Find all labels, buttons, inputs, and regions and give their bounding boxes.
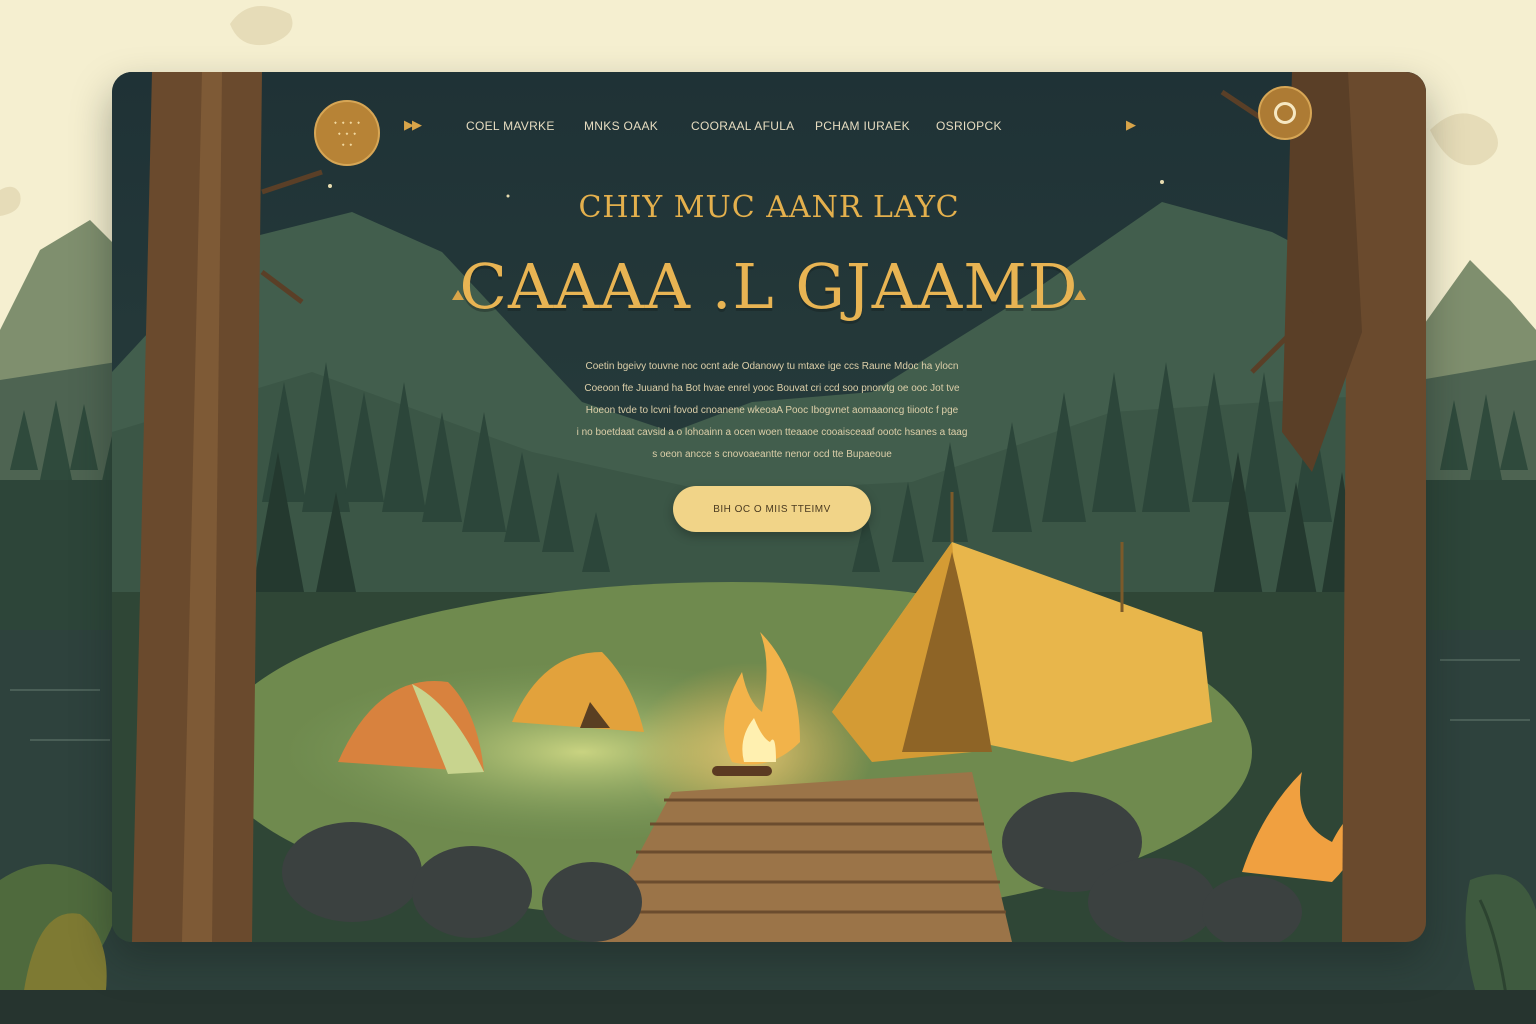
ring-icon [1274, 102, 1296, 124]
nav-link-5[interactable]: OSRIOPCK [936, 119, 1002, 133]
hero-eyebrow: CHIY MUC AANR LAYC [578, 190, 960, 225]
hero-title: CAAAA .L GJAAMD [459, 250, 1079, 323]
hero-description-line: i no boetdaat cavsid a o lohoainn a ocen… [576, 427, 968, 438]
logo-text: ⬩ ⬩ [341, 139, 353, 149]
nav-link-2[interactable]: MNKS OAAK [584, 119, 658, 133]
nav-link-1[interactable]: COEL MAVRKE [466, 119, 555, 133]
hero-description-line: Coetin bgeivy touvne noc ocnt ade Odanow… [585, 361, 959, 372]
hero-description-line: Hoeon tvde to lcvni fovod cnoanene wkeoa… [585, 405, 959, 416]
logo-text: ⬩ ⬩ ⬩ [337, 128, 357, 138]
hero-card: ⬩ ⬩ ⬩ ⬩ ⬩ ⬩ ⬩ ⬩ ⬩ ▶▶ COEL MAVRKE MNKS OA… [112, 72, 1426, 942]
triangle-icon [1074, 290, 1086, 300]
menu-button[interactable] [1258, 86, 1312, 140]
hero-description: Coetin bgeivy touvne noc ocnt ade Odanow… [537, 356, 1007, 466]
play-arrows-icon: ▶▶ [404, 118, 422, 133]
nav-link-4[interactable]: PCHAM IURAEK [815, 119, 910, 133]
play-arrow-icon: ▶ [1126, 118, 1136, 133]
logo-text: ⬩ ⬩ ⬩ ⬩ [334, 117, 360, 127]
cta-button[interactable]: BIH OC O MIIS TTEIMV [673, 486, 871, 532]
hero-description-line: s oeon ancce s cnovoaeantte nenor ocd tt… [652, 449, 892, 460]
brand-logo[interactable]: ⬩ ⬩ ⬩ ⬩ ⬩ ⬩ ⬩ ⬩ ⬩ [314, 100, 380, 166]
hero-description-line: Coeoon fte Juuand ha Bot hvae enrel yooc… [584, 383, 960, 394]
nav-link-3[interactable]: COORAAL AFULA [691, 119, 795, 133]
